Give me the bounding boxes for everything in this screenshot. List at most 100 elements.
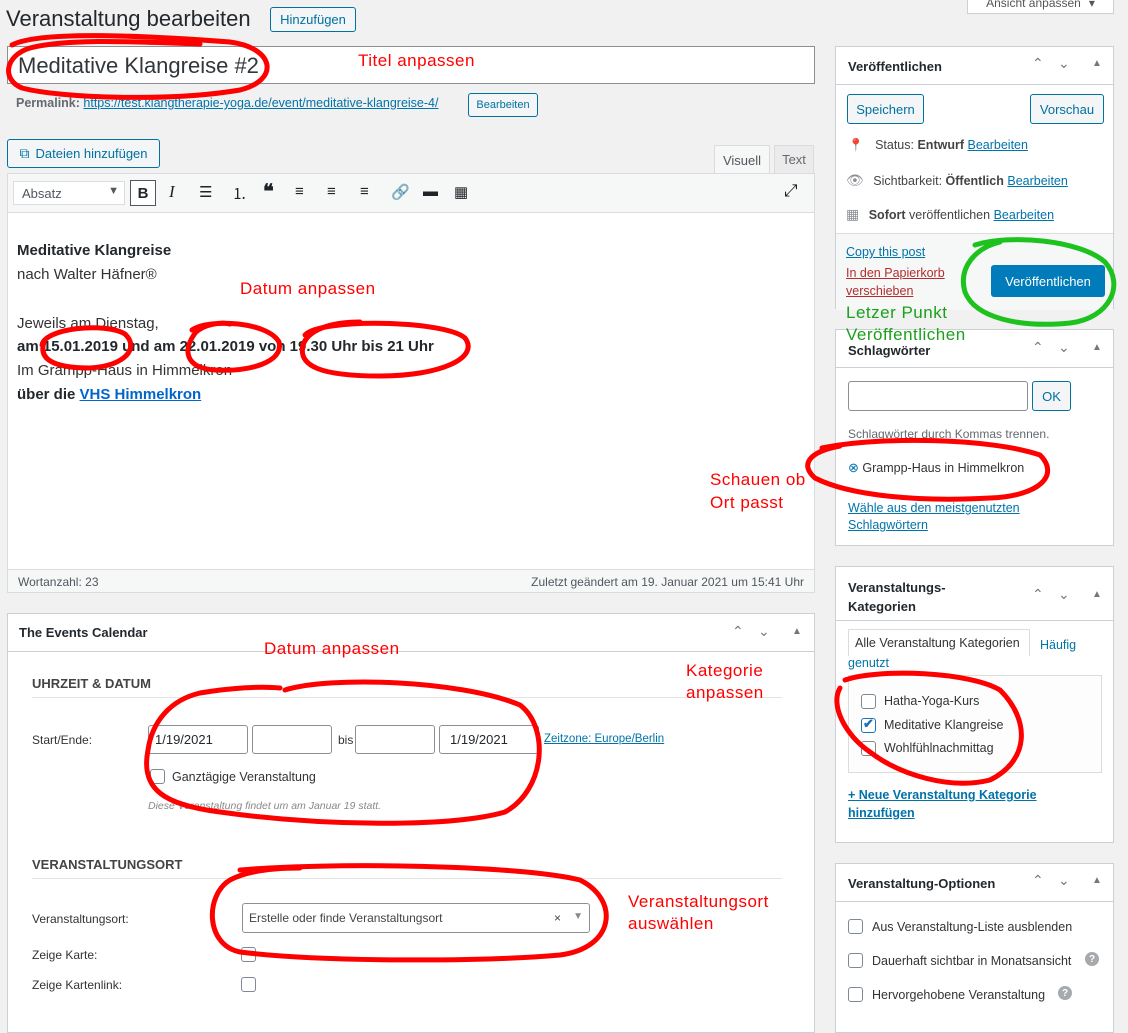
permalink-label: Permalink:: [16, 96, 80, 110]
content-line-6-prefix: über die: [17, 386, 80, 403]
move-down-icon[interactable]: ⌄: [758, 623, 770, 640]
bullet-list-icon[interactable]: ☰: [199, 183, 212, 201]
section-venue-title: VERANSTALTUNGSORT: [32, 857, 183, 872]
pin-icon: 📍: [848, 138, 864, 152]
align-left-icon[interactable]: ≡: [295, 183, 304, 200]
tab-popular-label: Häufig genutzt: [848, 638, 1077, 670]
publish-button[interactable]: Veröffentlichen: [991, 265, 1105, 297]
chevron-down-icon: ▾: [1088, 0, 1095, 10]
read-more-icon[interactable]: ▬: [423, 183, 438, 200]
save-draft-button[interactable]: Speichern: [847, 94, 924, 124]
move-up-icon[interactable]: ⌃: [1032, 55, 1044, 72]
visibility-edit-link[interactable]: Bearbeiten: [1007, 174, 1067, 188]
collapse-icon[interactable]: ▲: [792, 626, 802, 637]
move-down-icon[interactable]: ⌄: [1058, 872, 1070, 889]
category-checkbox-wohlfuehl[interactable]: [861, 741, 876, 756]
status-value: Entwurf: [917, 138, 964, 152]
move-up-icon[interactable]: ⌃: [1032, 586, 1044, 603]
show-map-link-checkbox[interactable]: [241, 977, 256, 992]
option-checkbox-sticky[interactable]: [848, 953, 863, 968]
toolbar-toggle-icon[interactable]: ▦: [454, 183, 468, 201]
tag-ok-button[interactable]: OK: [1032, 381, 1071, 411]
tag-input[interactable]: [848, 381, 1028, 411]
media-icon: ⧉: [19, 145, 30, 161]
choose-tags-link[interactable]: Wähle aus den meistgenutzten Schlagwörte…: [848, 500, 1048, 534]
start-date-input[interactable]: 1/19/2021: [148, 725, 248, 754]
vhs-link[interactable]: VHS Himmelkron: [80, 386, 202, 403]
screen-options-button[interactable]: Ansicht anpassen ▾: [967, 0, 1114, 14]
option-label-featured: Hervorgehobene Veranstaltung: [872, 988, 1046, 1002]
tag-item: ⊗ Grampp-Haus in Himmelkron: [848, 460, 1024, 476]
all-day-checkbox[interactable]: [150, 769, 165, 784]
add-media-button[interactable]: ⧉ Dateien hinzufügen: [7, 139, 160, 168]
tab-visual-label: Visuell: [722, 152, 762, 168]
tab-text[interactable]: Text: [774, 145, 814, 173]
move-down-icon[interactable]: ⌄: [1058, 339, 1070, 356]
remove-tag-icon[interactable]: ⊗: [848, 460, 859, 475]
tag-label: Grampp-Haus in Himmelkron: [862, 461, 1025, 475]
end-date-input[interactable]: 1/19/2021: [439, 725, 539, 754]
clear-icon[interactable]: ×: [554, 911, 561, 925]
venue-select-placeholder: Erstelle oder finde Veranstaltungsort: [249, 911, 443, 925]
start-end-label: Start/Ende:: [32, 733, 93, 747]
permalink-row: Permalink: https://test.klangtherapie-yo…: [16, 96, 438, 110]
bold-button[interactable]: B: [130, 180, 156, 206]
trash-link[interactable]: In den Papierkorb verschieben: [846, 264, 966, 300]
end-time-input[interactable]: [355, 725, 435, 754]
timezone-link[interactable]: Zeitzone: Europe/Berlin: [544, 733, 664, 745]
italic-icon[interactable]: I: [169, 182, 175, 202]
venue-select[interactable]: Erstelle oder finde Veranstaltungsort × …: [242, 903, 590, 933]
option-checkbox-hide[interactable]: [848, 919, 863, 934]
option-checkbox-featured[interactable]: [848, 987, 863, 1002]
status-edit-link[interactable]: Bearbeiten: [967, 138, 1027, 152]
move-down-icon[interactable]: ⌄: [1058, 586, 1070, 603]
move-up-icon[interactable]: ⌃: [732, 623, 744, 640]
copy-post-link[interactable]: Copy this post: [846, 245, 925, 259]
screen-options-label: Ansicht anpassen: [986, 0, 1081, 10]
blockquote-icon[interactable]: ❝: [263, 179, 274, 204]
collapse-icon[interactable]: ▲: [1092, 589, 1102, 600]
word-count: Wortanzahl: 23: [18, 575, 99, 589]
tab-popular-categories[interactable]: Häufig genutzt: [848, 636, 1108, 672]
link-icon[interactable]: 🔗: [391, 183, 410, 201]
move-down-icon[interactable]: ⌄: [1058, 55, 1070, 72]
collapse-icon[interactable]: ▲: [1092, 342, 1102, 353]
add-new-button[interactable]: Hinzufügen: [270, 7, 356, 32]
annotation-publish-line1: Letzer Punkt: [846, 303, 948, 322]
collapse-icon[interactable]: ▲: [1092, 58, 1102, 69]
annotation-venue-line1: Veranstaltungsort: [628, 892, 769, 911]
category-checkbox-klangreise[interactable]: ✔: [861, 716, 876, 733]
date-note: Diese Veranstaltung findet um am Januar …: [148, 800, 382, 812]
align-right-icon[interactable]: ≡: [360, 183, 369, 200]
permalink-edit-button[interactable]: Bearbeiten: [468, 93, 538, 117]
permalink-link[interactable]: https://test.klangtherapie-yoga.de/event…: [83, 96, 438, 110]
content-line-5: Im Grampp-Haus in Himmelkron: [17, 362, 233, 379]
numbered-list-icon[interactable]: ⒈: [232, 183, 247, 204]
trash-link-label: In den Papierkorb verschieben: [846, 266, 945, 298]
category-checkbox-hatha[interactable]: [861, 694, 876, 709]
categories-header-divider: [836, 620, 1113, 621]
show-map-link-label: Zeige Kartenlink:: [32, 978, 123, 992]
annotation-venue-line2: auswählen: [628, 914, 714, 933]
title-input-value: Meditative Klangreise #2: [18, 53, 259, 78]
fullscreen-icon[interactable]: ⤢: [784, 181, 798, 201]
help-icon[interactable]: ?: [1058, 986, 1072, 1000]
content-line-1: Meditative Klangreise: [17, 242, 172, 259]
annotation-location-line1: Schauen ob: [710, 470, 806, 489]
collapse-icon[interactable]: ▲: [1092, 875, 1102, 886]
preview-button[interactable]: Vorschau: [1030, 94, 1104, 124]
annotation-title: Titel anpassen: [358, 51, 475, 70]
help-icon[interactable]: ?: [1085, 952, 1099, 966]
tab-visual[interactable]: Visuell: [714, 145, 770, 174]
format-select[interactable]: Absatz ▼: [13, 181, 125, 205]
move-up-icon[interactable]: ⌃: [1032, 872, 1044, 889]
add-category-link[interactable]: + Neue Veranstaltung Kategorie hinzufüge…: [848, 786, 1048, 822]
chevron-down-icon[interactable]: ▼: [573, 911, 583, 922]
align-center-icon[interactable]: ≡: [327, 183, 336, 200]
move-up-icon[interactable]: ⌃: [1032, 339, 1044, 356]
schedule-edit-link[interactable]: Bearbeiten: [994, 208, 1054, 222]
content-line-3: Jeweils am Dienstag,: [17, 315, 159, 332]
calendar-icon: ▦: [846, 206, 860, 222]
start-time-input[interactable]: [252, 725, 332, 754]
show-map-checkbox[interactable]: [241, 947, 256, 962]
